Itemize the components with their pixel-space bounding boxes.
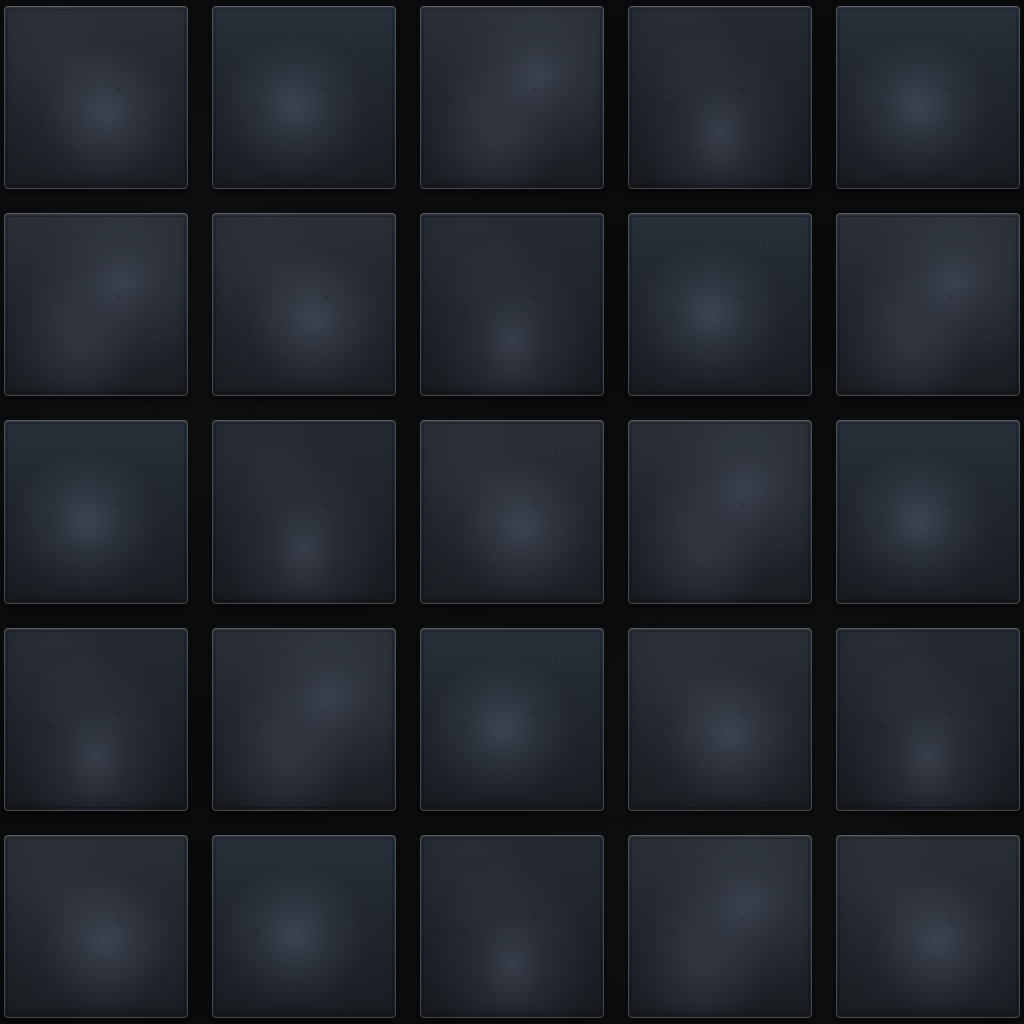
tile xyxy=(420,420,604,604)
tile xyxy=(836,213,1020,397)
tile-grid xyxy=(4,6,1020,1018)
tile xyxy=(420,6,604,190)
tile xyxy=(628,627,812,811)
tile xyxy=(212,213,396,397)
tile-texture xyxy=(0,0,1024,1024)
tile xyxy=(4,627,188,811)
tile xyxy=(836,6,1020,190)
tile xyxy=(4,420,188,604)
tile xyxy=(212,6,396,190)
tile xyxy=(628,834,812,1018)
tile xyxy=(4,6,188,190)
tile xyxy=(212,420,396,604)
tile xyxy=(836,834,1020,1018)
tile xyxy=(420,627,604,811)
tile xyxy=(212,834,396,1018)
tile xyxy=(420,834,604,1018)
tile xyxy=(4,834,188,1018)
tile xyxy=(628,6,812,190)
tile xyxy=(836,627,1020,811)
tile xyxy=(420,213,604,397)
tile xyxy=(628,420,812,604)
tile xyxy=(628,213,812,397)
tile xyxy=(212,627,396,811)
tile xyxy=(836,420,1020,604)
tile xyxy=(4,213,188,397)
